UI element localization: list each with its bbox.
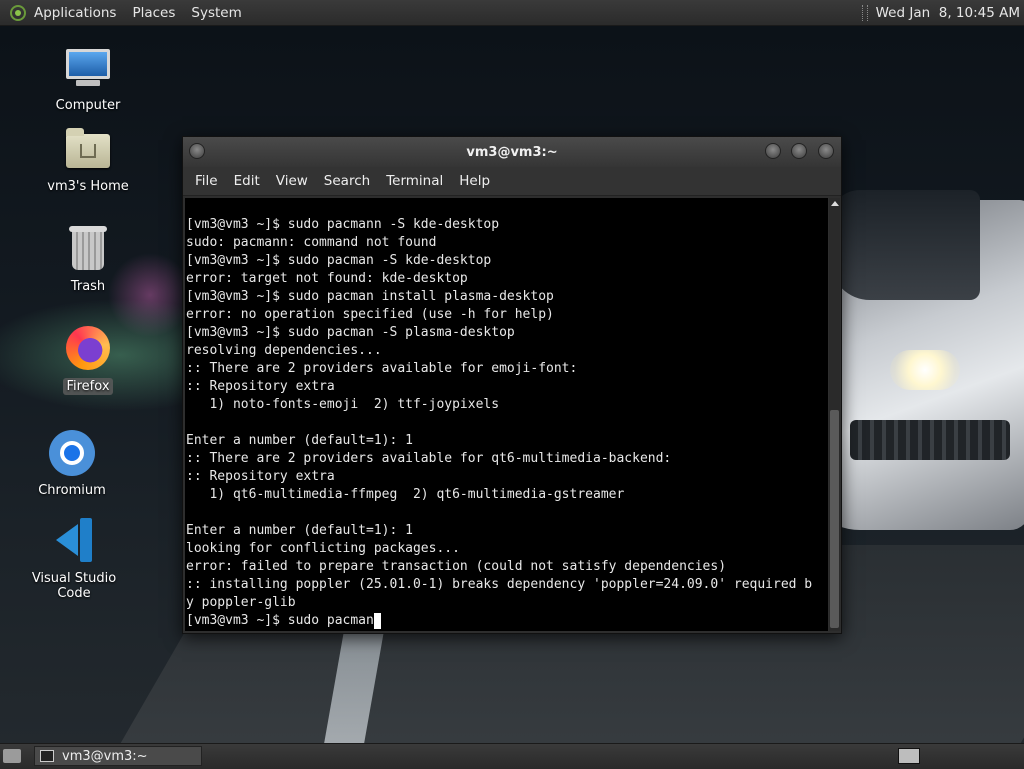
terminal-output-area[interactable]: [vm3@vm3 ~]$ sudo pacmann -S kde-desktop… — [185, 198, 828, 631]
firefox-icon — [64, 326, 112, 374]
top-panel: Applications Places System Wed Jan 8, 10… — [0, 0, 1024, 26]
desktop-icon-label: Chromium — [38, 483, 106, 498]
desktop-icon-label: vm3's Home — [47, 179, 129, 194]
desktop-icon-label: Visual Studio Code — [31, 571, 117, 601]
desktop-icon-home[interactable]: vm3's Home — [33, 126, 143, 195]
show-desktop-icon[interactable] — [3, 749, 21, 763]
vscode-icon — [50, 518, 98, 566]
terminal-scrollbar[interactable] — [829, 198, 840, 631]
menu-view[interactable]: View — [268, 173, 316, 189]
applications-logo-icon[interactable] — [10, 4, 26, 21]
chromium-icon — [48, 430, 96, 478]
terminal-window[interactable]: vm3@vm3:~ File Edit View Search Terminal… — [182, 136, 842, 634]
desktop-icon-computer[interactable]: Computer — [33, 45, 143, 114]
scroll-up-arrow-icon[interactable] — [830, 201, 839, 206]
terminal-menubar: File Edit View Search Terminal Help — [183, 167, 841, 196]
menu-search[interactable]: Search — [316, 173, 378, 189]
menu-system[interactable]: System — [191, 5, 241, 21]
trash-icon — [64, 226, 112, 274]
desktop-icon-label: Firefox — [63, 378, 113, 395]
desktop-icon-trash[interactable]: Trash — [33, 226, 143, 295]
menu-edit[interactable]: Edit — [226, 173, 268, 189]
desktop-icon-label: Trash — [70, 279, 106, 294]
clock[interactable]: Wed Jan 8, 10:45 AM — [876, 5, 1020, 21]
close-icon[interactable] — [818, 143, 834, 159]
terminal-title-bar[interactable]: vm3@vm3:~ — [183, 137, 841, 167]
wallpaper-car-window — [830, 190, 980, 300]
menu-places[interactable]: Places — [132, 5, 175, 21]
menu-help[interactable]: Help — [451, 173, 498, 189]
text-cursor — [373, 613, 381, 629]
terminal-input-line[interactable]: [vm3@vm3 ~]$ sudo pacman — [185, 612, 828, 630]
maximize-icon[interactable] — [791, 143, 807, 159]
computer-icon — [64, 45, 112, 93]
desktop-icon-label: Computer — [55, 98, 121, 113]
taskbar-item-terminal[interactable]: vm3@vm3:~ — [34, 746, 202, 766]
menu-terminal[interactable]: Terminal — [378, 173, 451, 189]
desktop-icon-chromium[interactable]: Chromium — [17, 430, 127, 499]
workspace-switcher[interactable] — [898, 748, 920, 764]
wallpaper-car-grille — [850, 420, 1010, 460]
scrollbar-thumb[interactable] — [830, 410, 839, 628]
terminal-icon — [40, 750, 54, 762]
bottom-panel: vm3@vm3:~ — [0, 743, 1024, 769]
wallpaper-car-headlight — [890, 350, 960, 390]
panel-grip-icon[interactable] — [861, 4, 868, 21]
terminal-title: vm3@vm3:~ — [466, 144, 558, 160]
desktop-icon-vscode[interactable]: Visual Studio Code — [19, 518, 129, 602]
menu-applications[interactable]: Applications — [34, 5, 116, 21]
window-menu-icon[interactable] — [189, 143, 205, 159]
minimize-icon[interactable] — [765, 143, 781, 159]
terminal-current-input: [vm3@vm3 ~]$ sudo pacman — [186, 613, 374, 628]
terminal-output: [vm3@vm3 ~]$ sudo pacmann -S kde-desktop… — [186, 217, 813, 610]
desktop-icon-firefox[interactable]: Firefox — [33, 326, 143, 395]
home-folder-icon — [64, 126, 112, 174]
taskbar-item-label: vm3@vm3:~ — [62, 748, 148, 764]
menu-file[interactable]: File — [187, 173, 226, 189]
